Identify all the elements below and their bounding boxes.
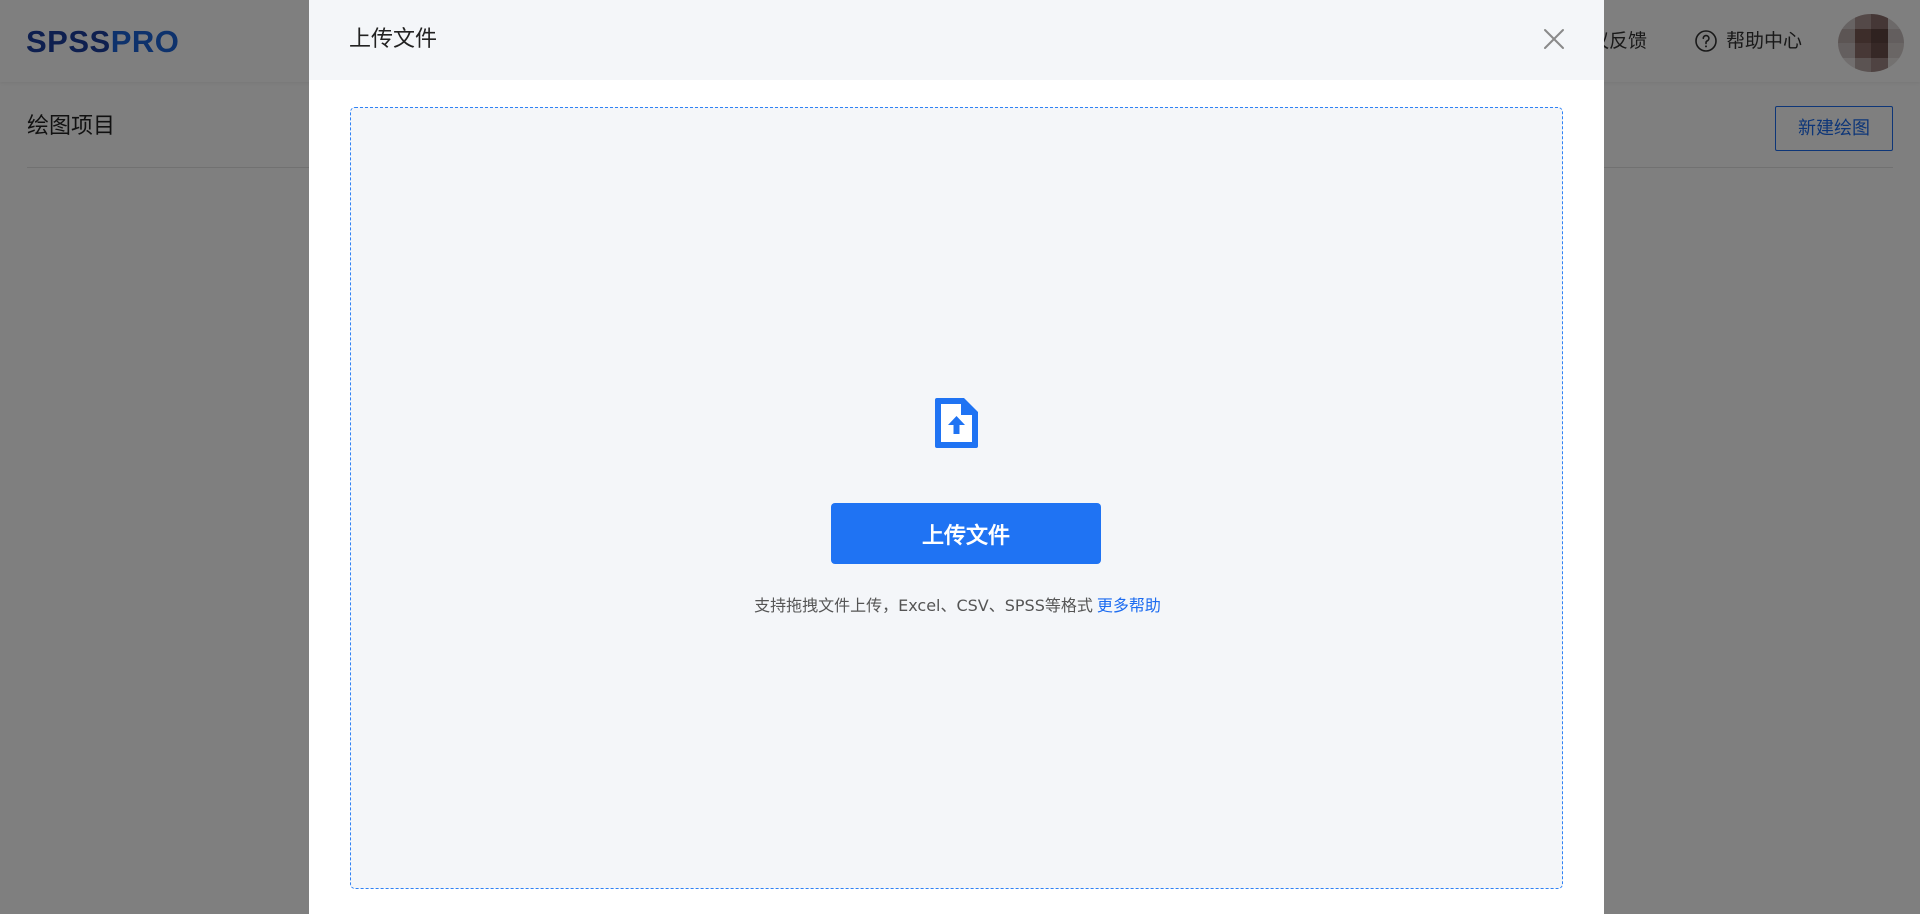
more-help-link[interactable]: 更多帮助 <box>1097 596 1161 615</box>
upload-hint: 支持拖拽文件上传，Excel、CSV、SPSS等格式 更多帮助 <box>351 595 1564 617</box>
file-upload-icon <box>935 398 978 448</box>
upload-hint-text: 支持拖拽文件上传，Excel、CSV、SPSS等格式 <box>754 596 1093 615</box>
dialog-header: 上传文件 <box>309 0 1604 80</box>
file-drop-zone[interactable]: 上传文件 支持拖拽文件上传，Excel、CSV、SPSS等格式 更多帮助 <box>350 107 1563 889</box>
upload-file-button[interactable]: 上传文件 <box>831 503 1101 564</box>
close-icon[interactable] <box>1537 22 1571 56</box>
upload-file-dialog: 上传文件 上传文件 支持拖拽文件上传，Excel、CSV、SPSS等格式 更多帮助 <box>309 0 1604 914</box>
dialog-title: 上传文件 <box>349 27 438 52</box>
